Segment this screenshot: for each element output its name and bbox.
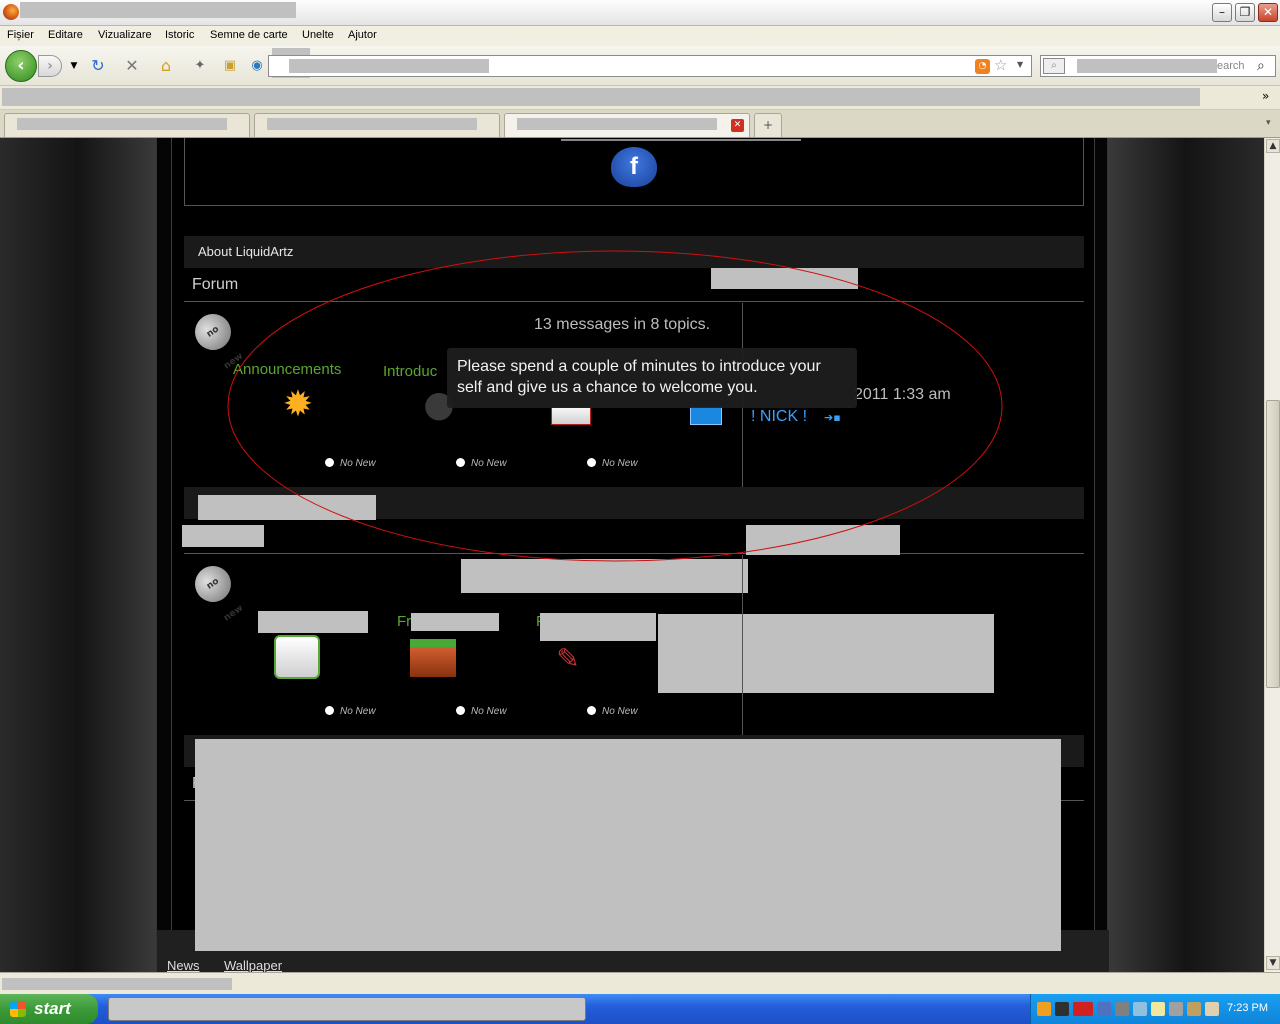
bookmarks-toolbar: » [0,86,1280,110]
redacted-tab-title [17,118,227,130]
home-icon[interactable]: ⌂ [156,56,176,76]
bookmark-star-icon[interactable]: ☆ [994,56,1012,76]
close-tab-icon[interactable]: ✕ [731,119,744,132]
windows-taskbar: start 7:23 PM [0,994,1280,1024]
status-bar [0,972,1280,994]
bookmark-tool-icon[interactable]: ▣ [220,56,240,76]
menu-history[interactable]: Istoric [165,29,194,41]
highlight-ellipse [227,250,1003,562]
redacted-bookmarks [2,88,1200,106]
addon-icon[interactable]: ✦ [190,56,210,76]
tab-scroll-icon[interactable]: ▾ [1266,118,1278,130]
tray-icon-3[interactable] [1097,1002,1111,1016]
start-button[interactable]: start [0,994,98,1024]
close-window-button[interactable]: ✕ [1258,3,1278,22]
window-titlebar: – ❐ ✕ [0,0,1280,26]
search-placeholder: earch [1217,60,1245,72]
new-tab-button[interactable]: + [754,113,782,137]
tray-icon-1[interactable] [1037,1002,1051,1016]
menu-edit[interactable]: Editare [48,29,83,41]
system-tray: 7:23 PM [1030,994,1280,1024]
redacted-window-title [20,2,296,18]
menu-tools[interactable]: Unelte [302,29,334,41]
menu-file[interactable]: Fișier [7,29,34,41]
redacted-url [289,59,489,73]
url-bar[interactable]: ◔ ☆ ▼ [268,55,1032,77]
tray-icon-7[interactable] [1169,1002,1183,1016]
redacted-search-text [1077,59,1217,73]
history-dropdown-icon[interactable]: ▼ [64,56,84,76]
network-icon[interactable]: ◉ [247,56,267,76]
tab-bar: ✕ + ▾ [0,110,1280,138]
tab-3-active[interactable]: ✕ [504,113,750,137]
tab-2[interactable] [254,113,500,137]
tray-icon-9[interactable] [1205,1002,1219,1016]
tray-icon-8[interactable] [1187,1002,1201,1016]
search-engine-icon[interactable]: ⌕ [1043,58,1065,74]
url-dropdown-icon[interactable]: ▼ [1017,60,1027,72]
tray-icon-ati[interactable] [1073,1002,1093,1016]
page-viewport: f About LiquidArtz Forum no new 13 messa… [0,138,1264,972]
back-button[interactable]: ‹ [5,50,37,82]
navigation-toolbar: ‹ › ▼ ↻ ✕ ⌂ ✦ ▣ ◉ ◔ ☆ ▼ ⌕ earch ⌕ [0,46,1280,86]
firefox-icon [3,4,19,20]
reload-icon[interactable]: ↻ [88,56,108,76]
chevron-more-icon[interactable]: » [1262,89,1276,105]
tray-icon-5[interactable] [1133,1002,1147,1016]
taskbar-clock[interactable]: 7:23 PM [1227,1002,1268,1014]
windows-logo-icon [10,1001,26,1017]
minimize-button[interactable]: – [1212,3,1232,22]
forward-button[interactable]: › [38,55,62,77]
red-ellipse-mark [227,250,1003,562]
vertical-scrollbar[interactable]: ▲ ▼ [1264,138,1280,972]
redacted-tab-title [517,118,717,130]
redacted-status-text [2,978,232,990]
stop-icon[interactable]: ✕ [122,56,142,76]
search-box[interactable]: ⌕ earch ⌕ [1040,55,1276,77]
redacted-tab-title [267,118,477,130]
tray-icon-2[interactable] [1055,1002,1069,1016]
taskbar-window-button[interactable] [108,997,586,1021]
restore-button[interactable]: ❐ [1235,3,1255,22]
menu-bar: Fișier Editare Vizualizare Istoric Semne… [0,26,1280,46]
tab-1[interactable] [4,113,250,137]
menu-help[interactable]: Ajutor [348,29,377,41]
rss-icon[interactable]: ◔ [975,59,990,74]
tray-icon-4[interactable] [1115,1002,1129,1016]
menu-bookmarks[interactable]: Semne de carte [210,29,288,41]
scroll-up-icon[interactable]: ▲ [1266,139,1280,153]
scrollbar-thumb[interactable] [1266,400,1280,688]
menu-view[interactable]: Vizualizare [98,29,152,41]
scroll-down-icon[interactable]: ▼ [1266,956,1280,970]
start-label: start [34,999,71,1018]
tray-icon-6[interactable] [1151,1002,1165,1016]
search-icon[interactable]: ⌕ [1257,58,1273,74]
